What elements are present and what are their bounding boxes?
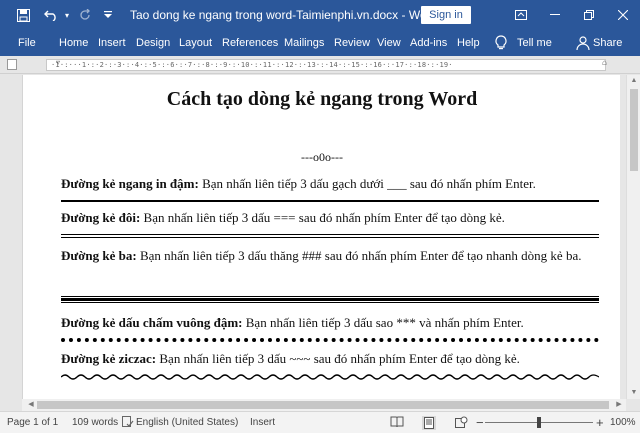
sign-in-button[interactable]: Sign in xyxy=(421,6,471,24)
scroll-up-icon[interactable]: ▲ xyxy=(627,75,640,87)
page-count[interactable]: Page 1 of 1 xyxy=(7,412,58,433)
tab-design[interactable]: Design xyxy=(136,30,170,56)
status-bar: Page 1 of 1 109 words English (United St… xyxy=(0,411,640,433)
share-person-icon[interactable] xyxy=(576,35,592,51)
lightbulb-icon[interactable] xyxy=(494,35,510,51)
customize-toolbar-icon[interactable] xyxy=(100,0,116,30)
save-icon[interactable] xyxy=(12,0,34,30)
minimize-icon[interactable] xyxy=(538,0,572,30)
read-mode-icon[interactable] xyxy=(390,416,404,430)
zoom-slider-thumb[interactable] xyxy=(537,417,541,428)
vertical-scrollbar[interactable]: ▲ ▼ xyxy=(626,75,640,399)
document-title: Cách tạo dòng kẻ ngang trong Word xyxy=(166,88,478,110)
paragraph-label: Đường kẻ dấu chấm vuông đậm: xyxy=(61,315,243,330)
triple-line-middle xyxy=(61,298,599,301)
paragraph-text: Bạn nhấn liên tiếp 3 dấu sao *** và nhấn… xyxy=(242,315,524,330)
document-separator: ---o0o--- xyxy=(301,150,343,164)
undo-dropdown-icon[interactable]: ▾ xyxy=(62,0,72,30)
paragraph-label: Đường kẻ ba: xyxy=(61,248,137,263)
horizontal-ruler[interactable]: ·1·:···1·:·2·:·3·:·4·:·5·:·6·:·7·:·8·:·9… xyxy=(46,59,606,71)
bold-horizontal-line xyxy=(61,200,599,202)
title-bar: ▾ Tao dong ke ngang trong word-Taimienph… xyxy=(0,0,640,30)
paragraph-text: Bạn nhấn liên tiếp 3 dấu ~~~ sau đó nhấn… xyxy=(156,351,520,366)
tab-home[interactable]: Home xyxy=(59,30,88,56)
proofing-icon[interactable] xyxy=(122,416,136,430)
horizontal-scroll-thumb[interactable] xyxy=(37,401,609,409)
zigzag-horizontal-line xyxy=(61,374,599,380)
paragraph-zigzag-line: Đường kẻ ziczac: Bạn nhấn liên tiếp 3 dấ… xyxy=(61,346,601,372)
tab-layout[interactable]: Layout xyxy=(179,30,212,56)
scroll-left-icon[interactable]: ◀ xyxy=(24,399,38,411)
triple-horizontal-line xyxy=(61,296,599,303)
tell-me-box[interactable]: Tell me xyxy=(517,30,552,56)
restore-icon[interactable] xyxy=(572,0,606,30)
horizontal-scrollbar[interactable]: ◀ ▶ xyxy=(22,399,626,411)
paragraph-label: Đường kẻ ngang in đậm: xyxy=(61,176,199,191)
tab-references[interactable]: References xyxy=(222,30,278,56)
tab-help[interactable]: Help xyxy=(457,30,480,56)
document-area: Cách tạo dòng kẻ ngang trong Word ---o0o… xyxy=(0,75,626,399)
print-layout-icon[interactable] xyxy=(422,416,436,430)
zoom-level[interactable]: 100% xyxy=(610,412,636,433)
right-indent-marker-icon[interactable]: ⌂ xyxy=(602,58,607,67)
paragraph-text: Bạn nhấn liên tiếp 3 dấu thăng ### sau đ… xyxy=(136,248,582,263)
close-icon[interactable] xyxy=(606,0,640,30)
tab-review[interactable]: Review xyxy=(334,30,370,56)
paragraph-bold-line: Đường kẻ ngang in đậm: Bạn nhấn liên tiế… xyxy=(61,171,601,197)
paragraph-text: Bạn nhấn liên tiếp 3 dấu === sau đó nhấn… xyxy=(140,210,505,225)
ribbon-tab-bar: File Home Insert Design Layout Reference… xyxy=(0,30,640,56)
tab-mailings[interactable]: Mailings xyxy=(284,30,324,56)
ribbon-display-options-icon[interactable] xyxy=(504,0,538,30)
paragraph-label: Đường kẻ ziczac: xyxy=(61,351,157,366)
share-button[interactable]: Share xyxy=(593,30,622,56)
indent-marker-icon[interactable]: ▿ xyxy=(56,58,60,67)
word-count[interactable]: 109 words xyxy=(72,412,118,433)
horizontal-ruler-area: ·1·:···1·:·2·:·3·:·4·:·5·:·6·:·7·:·8·:·9… xyxy=(0,56,640,74)
paragraph-dotted-line: Đường kẻ dấu chấm vuông đậm: Bạn nhấn li… xyxy=(61,310,601,336)
tab-file[interactable]: File xyxy=(18,30,36,56)
scroll-down-icon[interactable]: ▼ xyxy=(627,387,640,399)
tab-selector-icon[interactable] xyxy=(7,59,17,70)
scroll-right-icon[interactable]: ▶ xyxy=(612,399,626,411)
redo-icon[interactable] xyxy=(76,0,94,30)
tab-view[interactable]: View xyxy=(377,30,401,56)
language-indicator[interactable]: English (United States) xyxy=(136,412,238,433)
insert-mode[interactable]: Insert xyxy=(250,412,275,433)
web-layout-icon[interactable] xyxy=(454,416,468,430)
paragraph-text: Bạn nhấn liên tiếp 3 dấu gạch dưới ___ s… xyxy=(198,176,536,191)
tab-add-ins[interactable]: Add-ins xyxy=(410,30,447,56)
paragraph-triple-line: Đường kẻ ba: Bạn nhấn liên tiếp 3 dấu th… xyxy=(61,243,601,269)
dotted-horizontal-line xyxy=(61,338,599,342)
paragraph-double-line: Đường kẻ đôi: Bạn nhấn liên tiếp 3 dấu =… xyxy=(61,205,601,231)
paragraph-label: Đường kẻ đôi: xyxy=(61,210,141,225)
tab-insert[interactable]: Insert xyxy=(98,30,126,56)
zoom-in-button[interactable]: + xyxy=(596,412,604,433)
undo-icon[interactable] xyxy=(40,0,62,30)
double-horizontal-line xyxy=(61,234,599,238)
document-page[interactable]: Cách tạo dòng kẻ ngang trong Word ---o0o… xyxy=(22,75,620,399)
vertical-scroll-thumb[interactable] xyxy=(630,89,638,171)
window-title: Tao dong ke ngang trong word-Taimienphi.… xyxy=(130,8,438,22)
zoom-out-button[interactable]: − xyxy=(476,412,484,433)
